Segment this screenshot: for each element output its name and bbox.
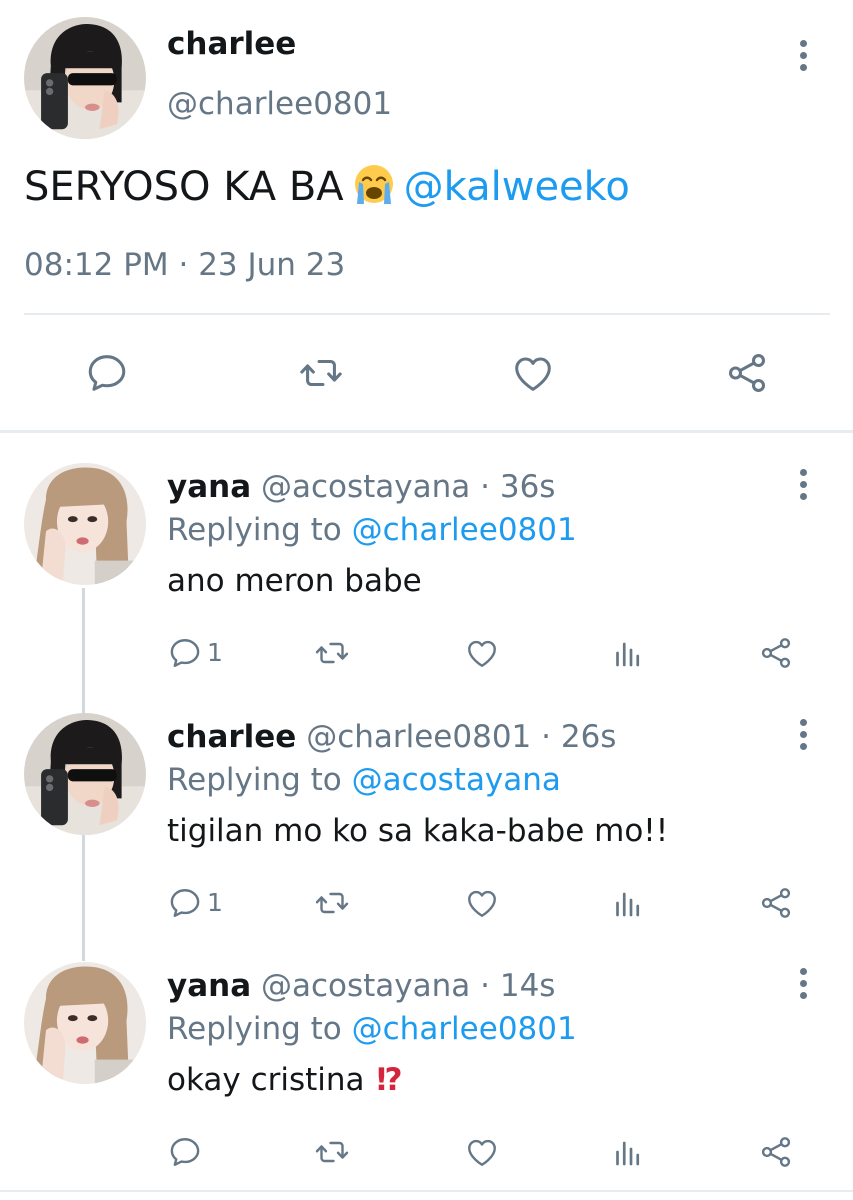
reply-tweet[interactable]: charlee @charlee0801 · 26s Replying to @… <box>0 713 853 963</box>
mention-link[interactable]: @acostayana <box>352 762 561 798</box>
tweet-timestamp[interactable]: 08:12 PM · 23 Jun 23 <box>24 247 345 283</box>
author-name[interactable]: yana <box>167 469 251 505</box>
reply-time: · 14s <box>470 968 556 1004</box>
divider <box>0 430 853 433</box>
author-name[interactable]: charlee <box>167 719 296 755</box>
author-handle[interactable]: @charlee0801 <box>306 719 531 755</box>
share-icon[interactable] <box>758 1134 794 1170</box>
interrobang-emoji: !? <box>374 1062 402 1098</box>
avatar[interactable] <box>24 463 146 585</box>
avatar[interactable] <box>24 713 146 835</box>
retweet-icon[interactable] <box>298 350 344 396</box>
mention-link[interactable]: @charlee0801 <box>352 512 577 548</box>
reply-text: okay cristina !? <box>167 1062 403 1098</box>
reply-count: 1 <box>207 638 223 667</box>
reply-header: yana @acostayana · 36s <box>167 469 555 505</box>
reply-text: ano meron babe <box>167 563 422 599</box>
retweet-icon[interactable] <box>314 885 350 921</box>
divider <box>24 313 830 315</box>
reply-header: charlee @charlee0801 · 26s <box>167 719 616 755</box>
like-icon[interactable] <box>464 885 500 921</box>
replying-to: Replying to @acostayana <box>167 762 561 798</box>
more-options-icon[interactable] <box>797 968 809 1004</box>
replying-to: Replying to @charlee0801 <box>167 512 577 548</box>
reply-icon[interactable] <box>167 1134 207 1170</box>
crying-face-icon <box>350 162 398 206</box>
retweet-icon[interactable] <box>314 1134 350 1170</box>
replying-to: Replying to @charlee0801 <box>167 1011 577 1047</box>
like-icon[interactable] <box>510 350 556 396</box>
tweet-text: SERYOSO KA BA @kalweeko <box>24 162 630 210</box>
more-options-icon[interactable] <box>797 40 809 76</box>
reply-body: okay cristina <box>167 1062 375 1098</box>
reply-header: yana @acostayana · 14s <box>167 968 555 1004</box>
reply-text: tigilan mo ko sa kaka-babe mo!! <box>167 813 669 849</box>
stats-icon[interactable] <box>610 885 646 921</box>
reply-icon[interactable]: 1 <box>167 885 223 921</box>
more-options-icon[interactable] <box>797 469 809 505</box>
mention-link[interactable]: @charlee0801 <box>352 1011 577 1047</box>
mention-link[interactable]: @kalweeko <box>404 164 630 210</box>
share-icon[interactable] <box>758 885 794 921</box>
replying-label: Replying to <box>167 762 352 798</box>
author-name[interactable]: charlee <box>167 26 296 62</box>
main-tweet: charlee @charlee0801 SERYOSO KA BA @kalwe… <box>0 0 853 432</box>
reply-time: · 36s <box>470 469 556 505</box>
author-handle[interactable]: @acostayana <box>261 469 470 505</box>
divider <box>0 1190 853 1192</box>
reply-icon[interactable] <box>84 350 130 396</box>
stats-icon[interactable] <box>610 635 646 671</box>
reply-icon[interactable]: 1 <box>167 635 223 671</box>
reply-count: 1 <box>207 888 223 917</box>
like-icon[interactable] <box>464 1134 500 1170</box>
avatar[interactable] <box>24 17 146 139</box>
author-handle[interactable]: @charlee0801 <box>167 86 392 122</box>
like-icon[interactable] <box>464 635 500 671</box>
share-icon[interactable] <box>758 635 794 671</box>
reply-tweet[interactable]: yana @acostayana · 36s Replying to @char… <box>0 463 853 713</box>
author-handle[interactable]: @acostayana <box>261 968 470 1004</box>
reply-time: · 26s <box>531 719 617 755</box>
replying-label: Replying to <box>167 512 352 548</box>
replying-label: Replying to <box>167 1011 352 1047</box>
retweet-icon[interactable] <box>314 635 350 671</box>
tweet-body: SERYOSO KA BA <box>24 164 344 210</box>
stats-icon[interactable] <box>610 1134 646 1170</box>
avatar[interactable] <box>24 962 146 1084</box>
more-options-icon[interactable] <box>797 719 809 755</box>
author-name[interactable]: yana <box>167 968 251 1004</box>
reply-tweet[interactable]: yana @acostayana · 14s Replying to @char… <box>0 962 853 1200</box>
share-icon[interactable] <box>724 350 770 396</box>
